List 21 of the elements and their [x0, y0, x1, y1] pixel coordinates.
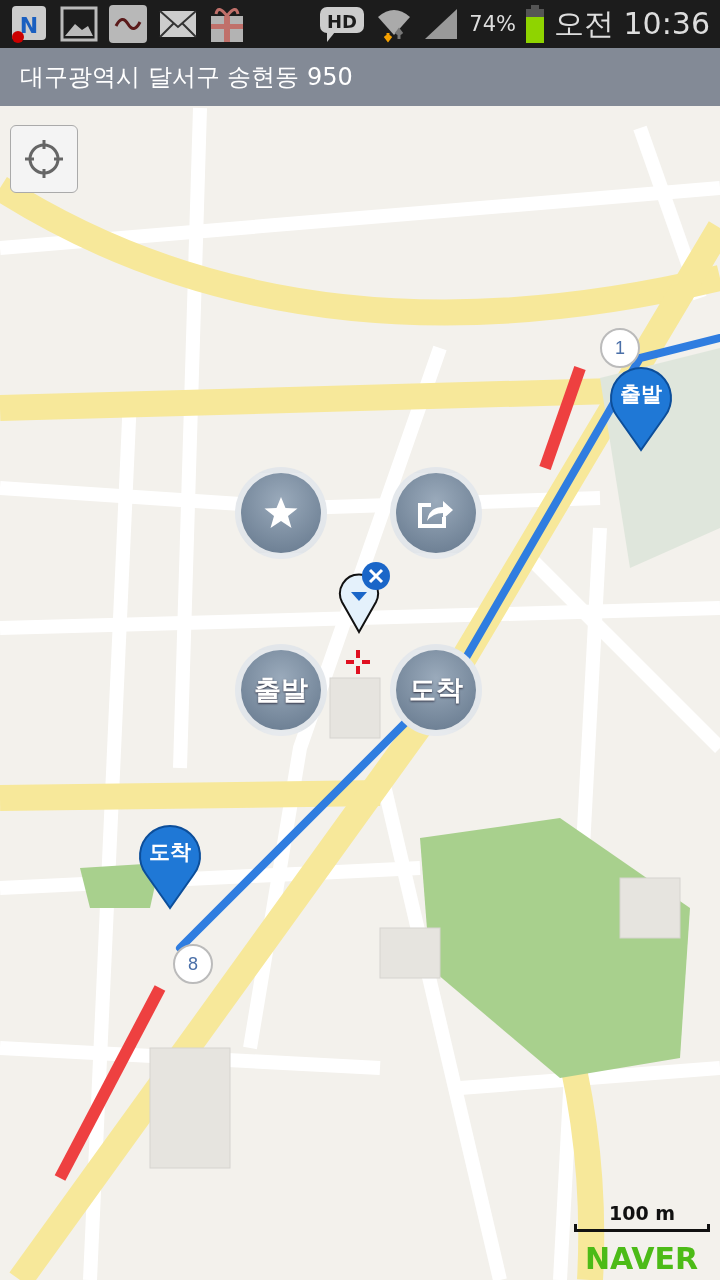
locate-button[interactable] [10, 125, 78, 193]
battery-icon [526, 5, 544, 43]
envelope-icon [158, 9, 198, 39]
scale-label: 100 m [608, 1202, 676, 1224]
crosshair-icon [346, 650, 370, 674]
building-shape [619, 877, 681, 939]
remove-button[interactable] [361, 561, 391, 591]
logo: NAVER [584, 1241, 698, 1276]
battery-percent: 74% [469, 12, 516, 36]
building-shape [329, 677, 381, 739]
clock-time: 오전 10:36 [554, 4, 710, 43]
building-shape [379, 927, 441, 979]
image-icon [60, 6, 98, 42]
star-icon [263, 496, 299, 530]
map-pin[interactable]: 출발 [609, 366, 673, 452]
app-icon [108, 4, 148, 44]
crosshair-icon [24, 139, 64, 179]
address-text: 대구광역시 달서구 송현동 950 [20, 62, 353, 93]
signal-icon [423, 7, 460, 41]
map-pin[interactable]: 도착 [138, 824, 202, 910]
close-icon [361, 561, 391, 591]
